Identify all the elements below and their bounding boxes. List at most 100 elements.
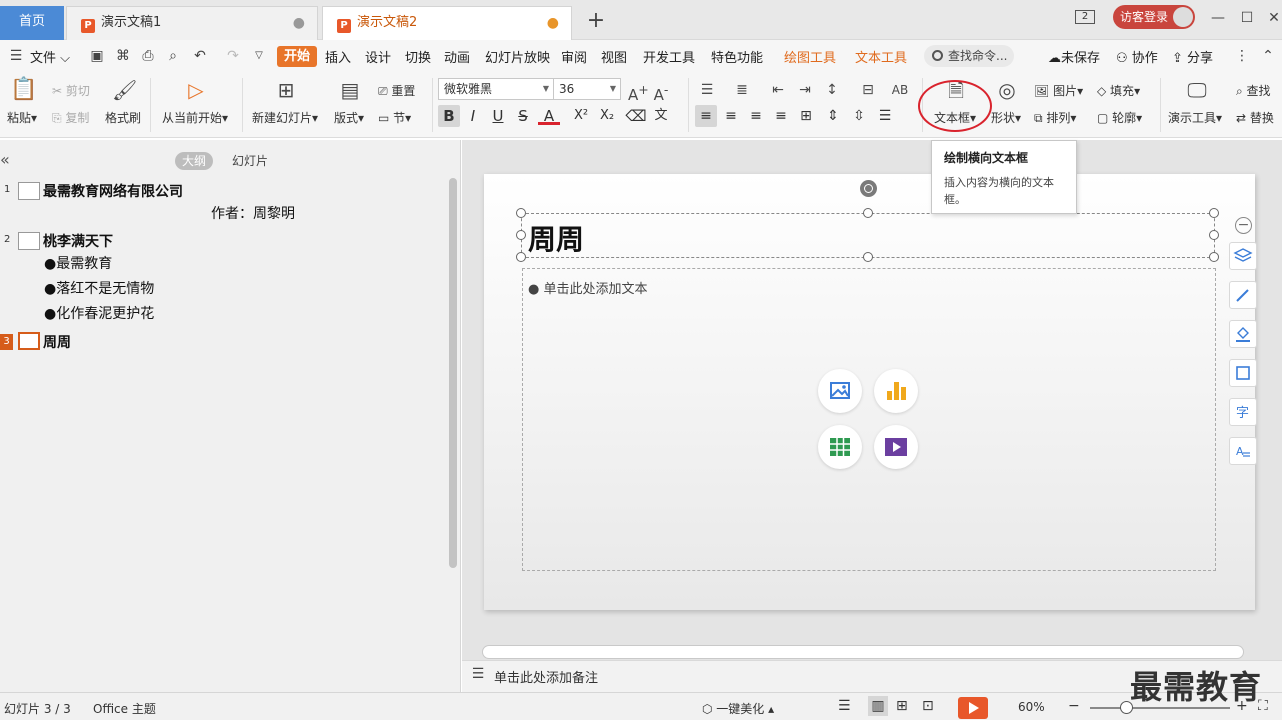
- layers-icon[interactable]: [1229, 242, 1257, 270]
- paragraph-spacing-button[interactable]: ⇳: [848, 105, 870, 127]
- resize-handle[interactable]: [1209, 208, 1219, 218]
- outline-slide-thumb[interactable]: [18, 182, 40, 200]
- menu-developer[interactable]: 开发工具: [643, 47, 695, 66]
- new-slide-button[interactable]: 新建幻灯片▾: [252, 109, 318, 126]
- section-button[interactable]: ▭ 节▾: [378, 109, 411, 126]
- shape-button[interactable]: 形状▾: [991, 109, 1021, 126]
- shrink-font-icon[interactable]: A-: [651, 80, 671, 105]
- customize-icon[interactable]: ▽: [251, 48, 267, 64]
- print-icon[interactable]: ⎙: [140, 48, 156, 64]
- play-slideshow-button[interactable]: [958, 697, 988, 719]
- play-from-current-icon[interactable]: ▷: [184, 80, 208, 100]
- zoom-level[interactable]: 60%: [1018, 700, 1045, 714]
- align-text-icon[interactable]: ⊟: [858, 80, 878, 100]
- outline-subtitle[interactable]: 作者：周黎明: [211, 203, 295, 223]
- grow-font-icon[interactable]: A+: [628, 80, 649, 105]
- present-tools-icon[interactable]: 🖵: [1184, 80, 1210, 100]
- format-painter-icon[interactable]: 🖌: [112, 80, 137, 100]
- slide-sorter-icon[interactable]: ⊞: [896, 698, 908, 714]
- menu-start[interactable]: 开始: [277, 46, 317, 67]
- insert-chart-icon[interactable]: [874, 369, 918, 413]
- rotate-handle-icon[interactable]: [860, 180, 877, 197]
- line-spacing-button[interactable]: ⇕: [822, 105, 844, 127]
- tab-home[interactable]: 首页: [0, 6, 64, 40]
- underline-button[interactable]: U: [487, 105, 509, 127]
- new-slide-icon[interactable]: ⊞: [274, 80, 298, 100]
- text-format-icon[interactable]: A: [1229, 437, 1257, 465]
- decrease-indent-icon[interactable]: ⇤: [768, 80, 788, 100]
- resize-handle[interactable]: [863, 208, 873, 218]
- fill-color-icon[interactable]: [1229, 320, 1257, 348]
- arrange-button[interactable]: ⧉ 排列▾: [1034, 109, 1076, 126]
- window-count-badge[interactable]: 2: [1075, 10, 1095, 24]
- resize-handle[interactable]: [516, 252, 526, 262]
- text-direction-icon[interactable]: ↕: [822, 80, 842, 100]
- resize-handle[interactable]: [516, 208, 526, 218]
- side-collapse-icon[interactable]: −: [1235, 217, 1252, 234]
- redo-icon[interactable]: ↷: [225, 48, 241, 64]
- maximize-icon[interactable]: ☐: [1235, 8, 1259, 28]
- font-color-button[interactable]: A: [538, 105, 560, 125]
- horizontal-scrollbar[interactable]: [482, 645, 1244, 659]
- menu-insert[interactable]: 插入: [325, 47, 351, 66]
- notes-placeholder[interactable]: 单击此处添加备注: [494, 667, 598, 686]
- italic-button[interactable]: I: [462, 105, 484, 127]
- collapse-panel-icon[interactable]: «: [0, 150, 10, 169]
- outline-slide-thumb[interactable]: [18, 232, 40, 250]
- layout-button[interactable]: 版式▾: [334, 109, 364, 126]
- command-search[interactable]: 查找命令...: [924, 45, 1014, 67]
- outline-scrollbar[interactable]: [449, 178, 457, 568]
- layout-icon[interactable]: ▤: [338, 80, 362, 100]
- outline-button[interactable]: ▢ 轮廓▾: [1097, 109, 1142, 126]
- outline-slide-title[interactable]: 桃李满天下: [43, 231, 113, 251]
- close-icon[interactable]: ✕: [1262, 8, 1282, 28]
- align-left-button[interactable]: ≡: [695, 105, 717, 127]
- insert-picture-icon[interactable]: [818, 369, 862, 413]
- justify-button[interactable]: ≡: [770, 105, 792, 127]
- content-placeholder-text[interactable]: ● 单击此处添加文本: [528, 278, 647, 297]
- collab-button[interactable]: ⚇ 协作: [1116, 47, 1158, 66]
- paste-icon[interactable]: 📋: [10, 79, 37, 101]
- paragraph-settings-button[interactable]: ☰: [874, 105, 896, 127]
- copy-button[interactable]: ⎘ 复制: [52, 109, 89, 126]
- reading-view-icon[interactable]: ⊡: [922, 698, 934, 714]
- from-current-button[interactable]: 从当前开始▾: [162, 109, 228, 126]
- menu-file[interactable]: 文件 ⌵: [30, 47, 70, 66]
- superscript-button[interactable]: X²: [570, 105, 592, 127]
- shape-icon[interactable]: ◎: [995, 80, 1019, 100]
- notes-toggle-icon[interactable]: ☰: [838, 698, 851, 714]
- collapse-ribbon-icon[interactable]: ⌃: [1260, 48, 1276, 64]
- find-button[interactable]: ⌕ 查找: [1236, 82, 1271, 99]
- outline-slide-thumb-active[interactable]: [18, 332, 40, 350]
- cut-button[interactable]: ✂ 剪切: [52, 82, 90, 99]
- picture-button[interactable]: 🖼 图片▾: [1034, 82, 1083, 99]
- replace-button[interactable]: ⇄ 替换: [1236, 109, 1274, 126]
- strikethrough-button[interactable]: S: [512, 105, 534, 127]
- tab-outline[interactable]: 大纲: [175, 152, 213, 170]
- login-button[interactable]: 访客登录: [1113, 5, 1195, 29]
- align-right-button[interactable]: ≡: [745, 105, 767, 127]
- menu-animation[interactable]: 动画: [444, 47, 470, 66]
- numbered-list-icon[interactable]: ≣: [732, 80, 752, 100]
- unsaved-button[interactable]: ☁未保存: [1048, 47, 1100, 66]
- clear-format-icon[interactable]: ⌫: [625, 105, 647, 127]
- font-size-select[interactable]: 36 ▼: [553, 78, 621, 100]
- slide-title[interactable]: 周周: [528, 218, 584, 258]
- menu-slideshow[interactable]: 幻灯片放映: [485, 47, 550, 66]
- bullet-list-icon[interactable]: ☰: [697, 80, 717, 100]
- more-icon[interactable]: ⋮: [1234, 48, 1250, 64]
- menu-transition[interactable]: 切换: [405, 47, 431, 66]
- beautify-button[interactable]: ⬡ 一键美化 ▴: [702, 700, 774, 717]
- share-button[interactable]: ⇪ 分享: [1172, 47, 1213, 66]
- resize-handle[interactable]: [1209, 252, 1219, 262]
- text-style-icon[interactable]: 字: [1229, 398, 1257, 426]
- hamburger-icon[interactable]: ☰: [8, 48, 24, 64]
- subscript-button[interactable]: X₂: [596, 105, 618, 127]
- content-placeholder-box[interactable]: [522, 268, 1216, 571]
- menu-review[interactable]: 审阅: [561, 47, 587, 66]
- menu-text-tools[interactable]: 文本工具: [855, 47, 907, 66]
- outline-slide-title[interactable]: 周周: [43, 332, 71, 352]
- format-painter-button[interactable]: 格式刷: [105, 109, 141, 126]
- resize-handle[interactable]: [863, 252, 873, 262]
- border-icon[interactable]: [1229, 359, 1257, 387]
